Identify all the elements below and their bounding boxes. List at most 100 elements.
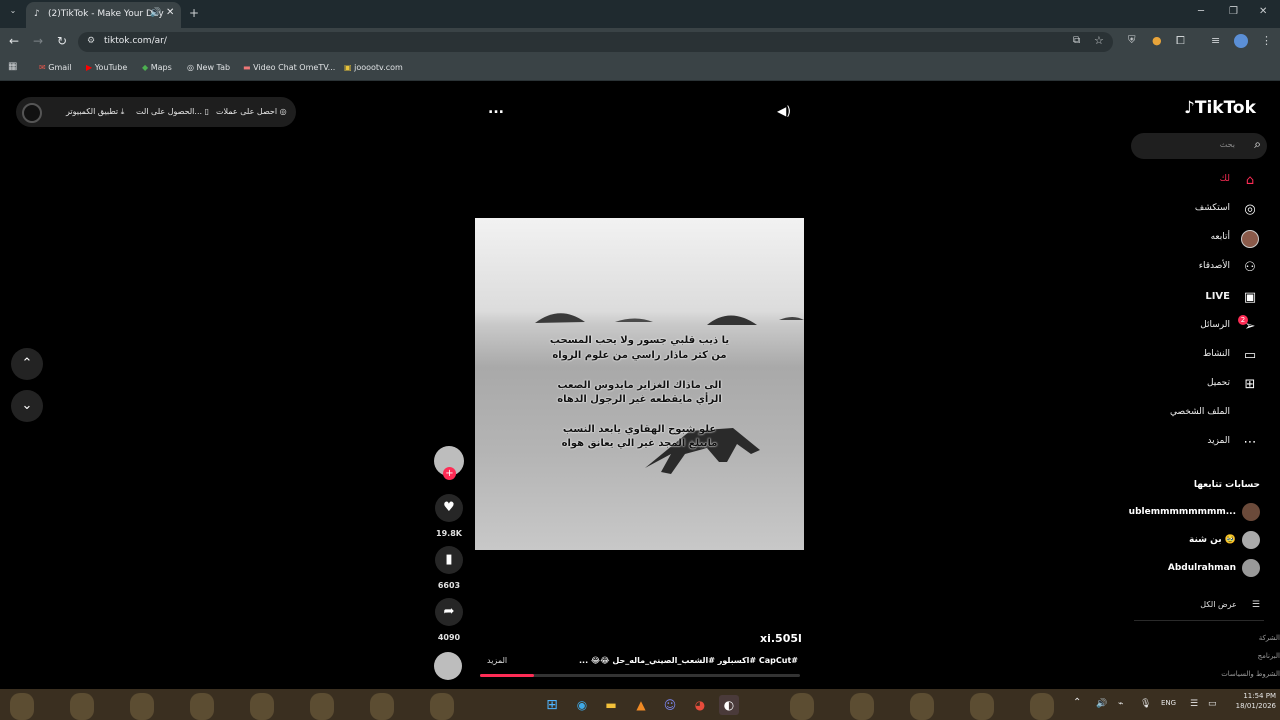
forward-icon[interactable]: →: [33, 34, 43, 48]
tab-active[interactable]: ♪ (2)TikTok - Make Your Day 🔊 ✕: [26, 2, 181, 28]
tray-battery-icon[interactable]: ▭: [1208, 699, 1217, 709]
nav-messages[interactable]: الرسائل ➢ 2: [1060, 315, 1260, 339]
sidebar-divider: [1134, 620, 1264, 621]
tray-wifi-icon[interactable]: ☰: [1190, 699, 1198, 709]
nav-profile[interactable]: الملف الشخصي: [1060, 404, 1260, 426]
compass-icon: ◎: [1244, 202, 1256, 217]
file-explorer-icon[interactable]: ▬: [601, 695, 621, 715]
tab-strip: ⌄ ♪ (2)TikTok - Make Your Day 🔊 ✕ + ─ ❐ …: [0, 0, 1280, 28]
following-account-1-avatar[interactable]: [1242, 503, 1260, 521]
search-input[interactable]: بحث: [1220, 140, 1235, 149]
next-video-button[interactable]: ⌄: [11, 390, 43, 422]
edge-icon[interactable]: ◉: [572, 695, 592, 715]
like-button[interactable]: ♥: [435, 494, 463, 522]
discord-icon[interactable]: ☺: [660, 695, 680, 715]
speaker-icon[interactable]: 🔊: [150, 8, 161, 18]
nav-for-you[interactable]: لك ⌂: [1060, 171, 1260, 193]
restore-button[interactable]: ❐: [1229, 6, 1238, 17]
bookmark-youtube[interactable]: ▶ YouTube: [86, 61, 127, 75]
footer-link-terms[interactable]: الشروط والسياسات: [1221, 670, 1280, 678]
get-app-link[interactable]: الحصول على الت... ▯: [136, 107, 209, 116]
minimize-button[interactable]: ─: [1198, 6, 1204, 17]
close-tab-icon[interactable]: ✕: [166, 7, 174, 18]
footer-link-company[interactable]: الشركة: [1259, 634, 1280, 642]
video-author[interactable]: xi.505l: [760, 632, 802, 645]
live-icon: ▣: [1243, 290, 1257, 305]
tab-search-button[interactable]: ⌄: [6, 6, 20, 20]
nav-activity[interactable]: النشاط ▭: [1060, 346, 1260, 368]
close-window-button[interactable]: ✕: [1259, 6, 1267, 17]
chrome-icon[interactable]: ◕: [690, 695, 710, 715]
tray-mic-icon[interactable]: 🎙: [1140, 699, 1151, 709]
video-caption: #CapCut #اكسبلور #الشعب_الصيني_ماله_حل 😂…: [579, 656, 798, 665]
bookmark-gmail[interactable]: ✉ Gmail: [39, 61, 72, 75]
active-app-icon[interactable]: ◐: [719, 695, 739, 715]
clock-time: 11:54 PM: [1243, 692, 1276, 700]
following-account-1-name[interactable]: ublemmmmmmmm...: [1129, 507, 1236, 517]
toggle-circle[interactable]: [22, 103, 42, 123]
video-progress-track[interactable]: [480, 674, 800, 677]
menu-icon[interactable]: ⋮: [1261, 34, 1272, 47]
extension-icon-orange[interactable]: ●: [1152, 34, 1162, 47]
nav-friends[interactable]: الأصدقاء ⚇: [1060, 258, 1260, 280]
following-account-3-avatar[interactable]: [1242, 559, 1260, 577]
following-avatar-icon: [1240, 229, 1260, 249]
tiktok-note-icon: ♪: [1184, 98, 1195, 118]
video-progress-fill: [480, 674, 535, 677]
app-orange-icon[interactable]: ▲: [631, 695, 651, 715]
jooootv-icon: ▣: [344, 63, 352, 72]
save-button[interactable]: ▮: [435, 546, 463, 574]
back-icon[interactable]: ←: [9, 34, 19, 48]
caption-more-link[interactable]: المزيد: [487, 656, 507, 665]
address-bar[interactable]: ⚙ tiktok.com/ar/ ⧉ ☆: [78, 32, 1113, 52]
new-tab-button[interactable]: +: [189, 6, 199, 20]
follow-plus-button[interactable]: +: [443, 467, 456, 480]
tray-network-icon[interactable]: ⌁: [1118, 699, 1123, 709]
site-info-icon[interactable]: ⚙: [87, 36, 95, 46]
tiktok-logo[interactable]: ♪TikTok: [1184, 98, 1256, 118]
following-account-2-name[interactable]: بن شنة 🥹: [1189, 535, 1236, 545]
bookmark-ometv[interactable]: ▬ Video Chat OmeTV...: [243, 61, 335, 75]
clock[interactable]: 11:54 PM 18/01/2026: [1230, 692, 1276, 710]
footer-link-program[interactable]: البرنامج: [1258, 652, 1280, 660]
save-count: 6603: [437, 581, 461, 590]
reload-icon[interactable]: ↻: [57, 34, 67, 48]
previous-video-button[interactable]: ⌃: [11, 348, 43, 380]
apps-icon[interactable]: ▦: [8, 61, 17, 72]
search-box[interactable]: بحث ⌕: [1131, 133, 1267, 159]
lyric-line-1: يا ذيب قلبي جسور ولا يحب المسحب: [549, 335, 730, 346]
globe-icon: ◎: [187, 63, 194, 72]
see-all-link[interactable]: عرض الكل ☰: [1200, 592, 1260, 611]
nav-more[interactable]: المزيد ⋯: [1060, 433, 1260, 455]
nav-following[interactable]: أتابعه: [1060, 229, 1260, 251]
get-coins-link[interactable]: احصل على عملات ◎: [216, 107, 287, 116]
volume-icon[interactable]: ◀): [777, 104, 791, 118]
share-button[interactable]: ➦: [435, 598, 463, 626]
shield-icon[interactable]: ⛨: [1128, 35, 1136, 46]
nav-live[interactable]: LIVE ▣: [1060, 288, 1260, 310]
following-account-2-avatar[interactable]: [1242, 531, 1260, 549]
profile-avatar[interactable]: [1234, 34, 1248, 48]
media-icon[interactable]: ≡: [1211, 34, 1220, 47]
desktop-app-link[interactable]: تطبيق الكمبيوتر ⤓: [66, 107, 124, 117]
install-app-icon[interactable]: ⧉: [1073, 35, 1080, 46]
like-count: 19.8K: [436, 529, 462, 538]
chevron-up-icon: ⌃: [21, 356, 33, 371]
lyric-line-6: مايبلغ المجد غير الي يعانق هواه: [561, 438, 718, 449]
nav-explore[interactable]: استكشف ◎: [1060, 200, 1260, 222]
video-more-dots[interactable]: ...: [488, 101, 504, 117]
following-account-3-name[interactable]: Abdulrahman: [1168, 563, 1236, 573]
bookmark-jooootv[interactable]: ▣ jooootv.com: [344, 61, 403, 75]
tray-volume-icon[interactable]: 🔊: [1096, 699, 1107, 709]
search-icon[interactable]: ⌕: [1254, 137, 1261, 152]
language-indicator[interactable]: ENG: [1161, 699, 1176, 707]
music-disc[interactable]: [434, 652, 462, 680]
tray-chevron-icon[interactable]: ⌃: [1073, 697, 1081, 708]
extensions-icon[interactable]: ⧠: [1176, 34, 1185, 48]
windows-start-icon[interactable]: ⊞: [542, 695, 562, 715]
bookmark-new-tab[interactable]: ◎ New Tab: [187, 61, 230, 75]
bookmark-maps[interactable]: ◆ Maps: [142, 61, 172, 75]
nav-upload[interactable]: تحميل ⊞: [1060, 375, 1260, 397]
coin-icon: ◎: [279, 107, 287, 116]
bookmark-star-icon[interactable]: ☆: [1094, 34, 1104, 47]
